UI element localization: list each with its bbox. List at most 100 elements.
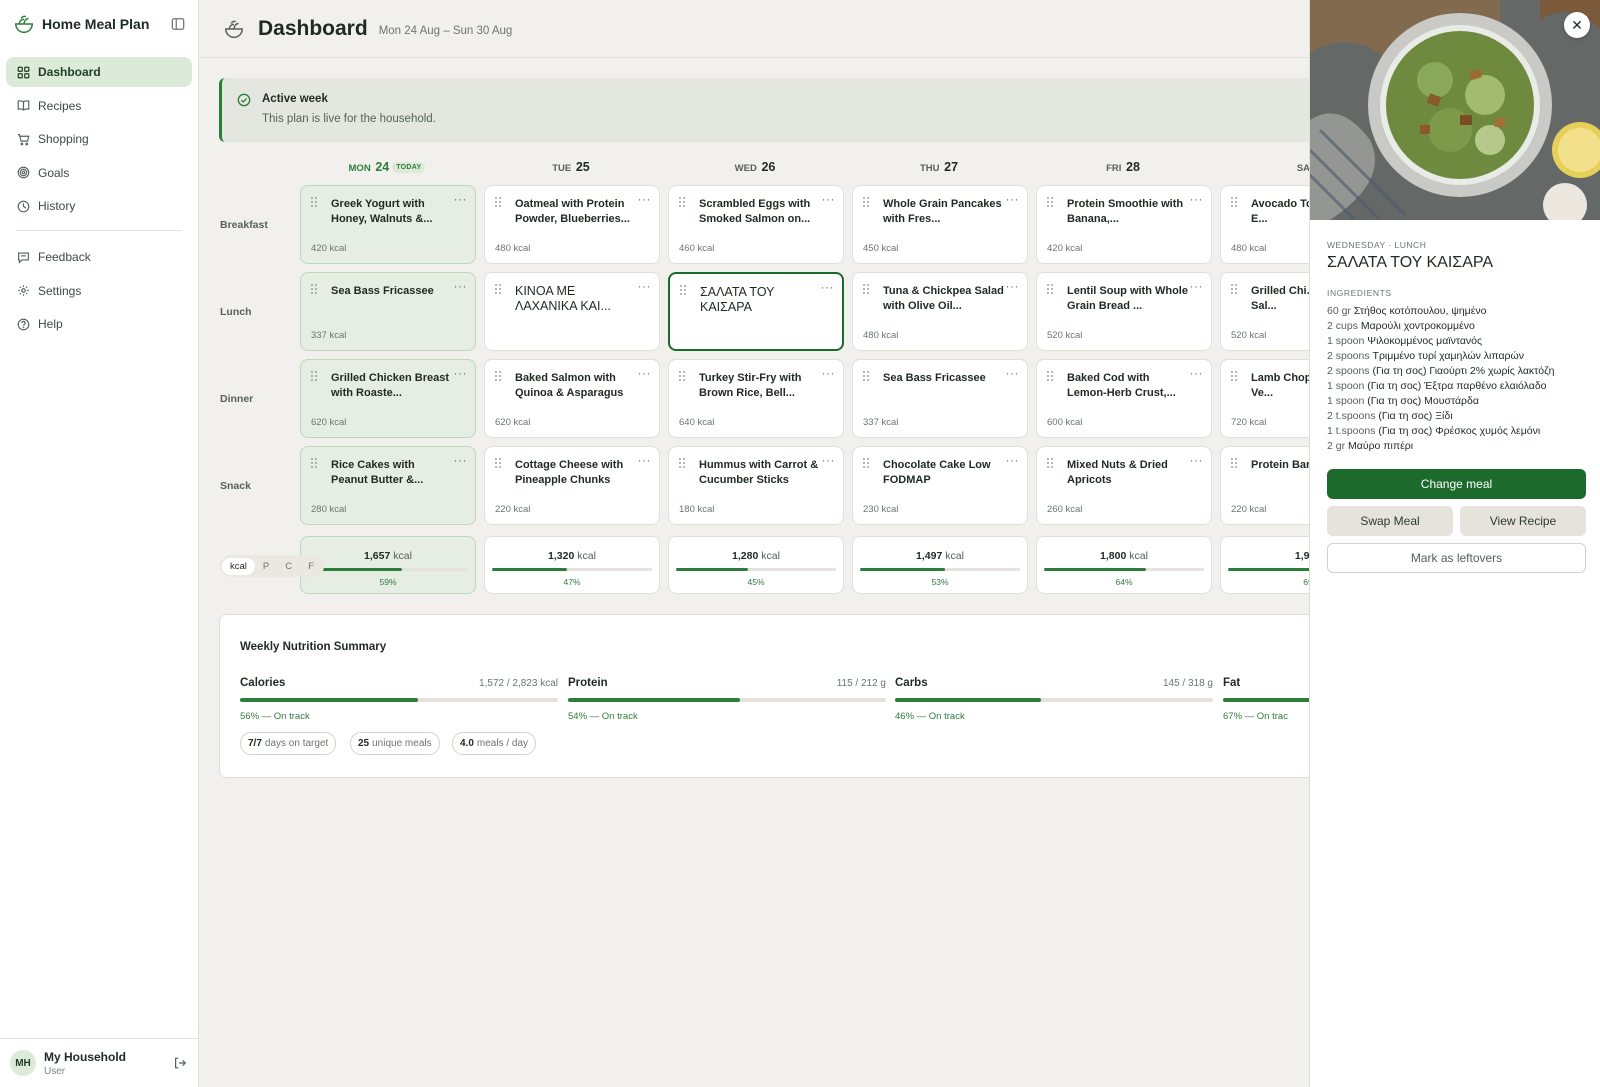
more-options-icon[interactable]: ··· xyxy=(454,279,468,293)
ingredient-text: (Για τη σος) Μουστάρδα xyxy=(1367,395,1479,407)
more-options-icon[interactable]: ··· xyxy=(1006,453,1020,467)
mark-leftovers-button[interactable]: Mark as leftovers xyxy=(1327,543,1586,573)
more-options-icon[interactable]: ··· xyxy=(822,192,836,206)
meal-card[interactable]: ··· Grilled Chicken Breast with Roaste...… xyxy=(300,359,476,438)
close-panel-button[interactable]: ✕ xyxy=(1564,12,1590,38)
more-options-icon[interactable]: ··· xyxy=(1190,366,1204,380)
meal-name: Whole Grain Pancakes with Fres... xyxy=(883,198,1002,225)
drag-handle-icon[interactable] xyxy=(494,195,502,207)
drag-handle-icon[interactable] xyxy=(678,456,686,468)
meal-card[interactable]: ···Avocado To... Poached E...480 kcal xyxy=(1220,185,1310,264)
meal-card[interactable]: ··· Oatmeal with Protein Powder, Blueberr… xyxy=(484,185,660,264)
drag-handle-icon[interactable] xyxy=(1230,369,1238,381)
meal-card[interactable]: ··· Greek Yogurt with Honey, Walnuts &...… xyxy=(300,185,476,264)
more-options-icon[interactable]: ··· xyxy=(454,366,468,380)
more-options-icon[interactable]: ··· xyxy=(638,279,652,293)
more-options-icon[interactable]: ··· xyxy=(638,192,652,206)
meal-card[interactable]: ··· Turkey Stir-Fry with Brown Rice, Bell… xyxy=(668,359,844,438)
sidebar-collapse-icon[interactable] xyxy=(170,16,186,32)
day-number: 27 xyxy=(944,160,959,174)
change-meal-button[interactable]: Change meal xyxy=(1327,469,1586,499)
drag-handle-icon[interactable] xyxy=(1230,195,1238,207)
more-options-icon[interactable]: ··· xyxy=(638,366,652,380)
drag-handle-icon[interactable] xyxy=(862,282,870,294)
date-range: Mon 24 Aug – Sun 30 Aug xyxy=(378,25,513,37)
meal-card[interactable]: ···Protein Bar...220 kcal xyxy=(1220,446,1310,525)
drag-handle-icon[interactable] xyxy=(494,369,502,381)
nav-item-recipes[interactable]: Recipes xyxy=(6,91,192,121)
ingredient-qty: 1 spoon xyxy=(1327,395,1365,407)
meal-card[interactable]: ···Grilled Chi... Caesar Sal...520 kcal xyxy=(1220,272,1310,351)
meal-card[interactable]: ···Lamb Chop... Roasted Ve...720 kcal xyxy=(1220,359,1310,438)
meal-card[interactable]: ··· Hummus with Carrot & Cucumber Sticks 1… xyxy=(668,446,844,525)
more-options-icon[interactable]: ··· xyxy=(454,453,468,467)
drag-handle-icon[interactable] xyxy=(862,369,870,381)
metric-progress-fill xyxy=(240,698,419,702)
nav-item-settings[interactable]: Settings xyxy=(6,276,192,306)
meal-card[interactable]: ··· Cottage Cheese with Pineapple Chunks 2… xyxy=(484,446,660,525)
help-icon xyxy=(16,317,30,331)
drag-handle-icon[interactable] xyxy=(494,282,502,294)
drag-handle-icon[interactable] xyxy=(862,456,870,468)
drag-handle-icon[interactable] xyxy=(1046,195,1054,207)
more-options-icon[interactable]: ··· xyxy=(454,192,468,206)
more-options-icon[interactable]: ··· xyxy=(1006,279,1020,293)
meal-card[interactable]: ··· Chocolate Cake Low FODMAP 230 kcal xyxy=(852,446,1028,525)
drag-handle-icon[interactable] xyxy=(1046,369,1054,381)
toggle-fat[interactable]: F xyxy=(300,558,322,575)
drag-handle-icon[interactable] xyxy=(678,195,686,207)
more-options-icon[interactable]: ··· xyxy=(822,366,836,380)
meal-detail-panel: ✕ WEDNESDAY · LUNCH ΣΑΛΑΤΑ ΤΟΥ ΚΑΙΣΑΡΑ I… xyxy=(1309,0,1600,1087)
meal-card[interactable]: ··· ΚΙΝΟΑ ΜΕ ΛΑΧΑΝΙΚΑ ΚΑΙ... xyxy=(484,272,660,351)
more-options-icon[interactable]: ··· xyxy=(1190,453,1204,467)
nav-item-dashboard[interactable]: Dashboard xyxy=(6,57,192,87)
more-options-icon[interactable]: ··· xyxy=(1006,366,1020,380)
toggle-protein[interactable]: P xyxy=(255,558,277,575)
drag-handle-icon[interactable] xyxy=(1046,456,1054,468)
logout-icon[interactable] xyxy=(172,1055,188,1071)
total-unit: kcal xyxy=(577,550,596,562)
drag-handle-icon[interactable] xyxy=(310,282,318,294)
more-options-icon[interactable]: ··· xyxy=(1190,192,1204,206)
swap-meal-button[interactable]: Swap Meal xyxy=(1327,506,1453,536)
view-recipe-button[interactable]: View Recipe xyxy=(1460,506,1586,536)
nav-item-history[interactable]: History xyxy=(6,191,192,221)
drag-handle-icon[interactable] xyxy=(494,456,502,468)
today-badge: TODAY xyxy=(392,162,426,173)
meal-card[interactable]: ··· Baked Salmon with Quinoa & Asparagus 6… xyxy=(484,359,660,438)
drag-handle-icon[interactable] xyxy=(678,369,686,381)
toggle-carbs[interactable]: C xyxy=(277,558,300,575)
close-icon: ✕ xyxy=(1571,16,1583,33)
more-options-icon[interactable]: ··· xyxy=(1190,279,1204,293)
nav-item-feedback[interactable]: Feedback xyxy=(6,242,192,272)
more-options-icon[interactable]: ··· xyxy=(1006,192,1020,206)
more-options-icon[interactable]: ··· xyxy=(822,453,836,467)
more-options-icon[interactable]: ··· xyxy=(821,280,835,294)
meal-card[interactable]: ··· Rice Cakes with Peanut Butter &... 280… xyxy=(300,446,476,525)
meal-card[interactable]: ··· Whole Grain Pancakes with Fres... 450 … xyxy=(852,185,1028,264)
meal-card[interactable]: ··· ΣΑΛΑΤΑ ΤΟΥ ΚΑΙΣΑΡΑ xyxy=(668,272,844,351)
nav-item-goals[interactable]: Goals xyxy=(6,158,192,188)
meal-card[interactable]: ··· Sea Bass Fricassee 337 kcal xyxy=(300,272,476,351)
drag-handle-icon[interactable] xyxy=(310,195,318,207)
meal-card[interactable]: ··· Baked Cod with Lemon-Herb Crust,... 60… xyxy=(1036,359,1212,438)
drag-handle-icon[interactable] xyxy=(1046,282,1054,294)
drag-handle-icon[interactable] xyxy=(310,369,318,381)
meal-name: Cottage Cheese with Pineapple Chunks xyxy=(515,459,624,486)
meal-card[interactable]: ··· Sea Bass Fricassee 337 kcal xyxy=(852,359,1028,438)
nav-item-help[interactable]: Help xyxy=(6,309,192,339)
toggle-kcal[interactable]: kcal xyxy=(222,557,255,575)
meal-card[interactable]: ··· Scrambled Eggs with Smoked Salmon on.… xyxy=(668,185,844,264)
more-options-icon[interactable]: ··· xyxy=(638,453,652,467)
drag-handle-icon[interactable] xyxy=(1230,456,1238,468)
drag-handle-icon[interactable] xyxy=(310,456,318,468)
meal-card[interactable]: ··· Lentil Soup with Whole Grain Bread ..… xyxy=(1036,272,1212,351)
avatar[interactable]: MH xyxy=(10,1050,36,1076)
drag-handle-icon[interactable] xyxy=(679,283,687,295)
drag-handle-icon[interactable] xyxy=(1230,282,1238,294)
drag-handle-icon[interactable] xyxy=(862,195,870,207)
meal-card[interactable]: ··· Protein Smoothie with Banana,... 420 k… xyxy=(1036,185,1212,264)
meal-card[interactable]: ··· Tuna & Chickpea Salad with Olive Oil.… xyxy=(852,272,1028,351)
nav-item-shopping[interactable]: Shopping xyxy=(6,124,192,154)
meal-card[interactable]: ··· Mixed Nuts & Dried Apricots 260 kcal xyxy=(1036,446,1212,525)
